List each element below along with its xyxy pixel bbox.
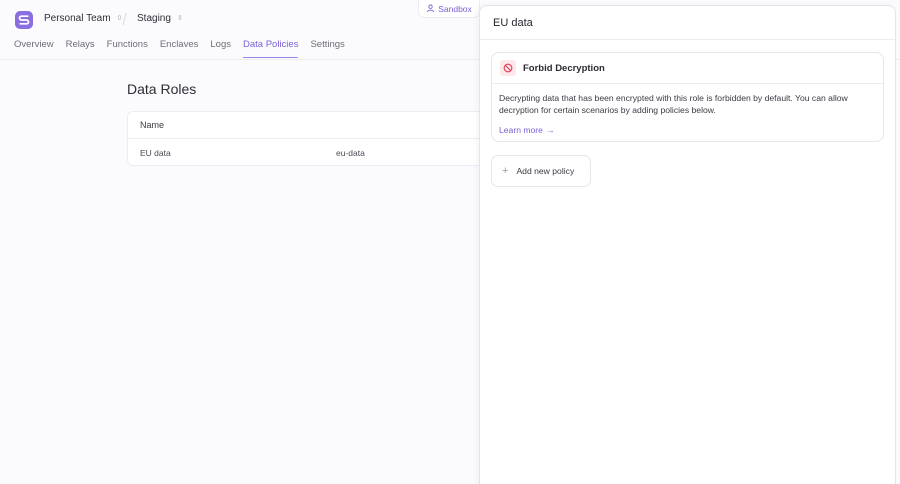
card-description: Decrypting data that has been encrypted … xyxy=(499,93,848,115)
learn-more-label: Learn more xyxy=(499,125,543,135)
table-row[interactable]: EU data eu-data xyxy=(128,139,486,165)
tab-data-policies[interactable]: Data Policies xyxy=(243,39,299,58)
forbid-decryption-card: Forbid Decryption Decrypting data that h… xyxy=(491,52,884,142)
environment-name: Staging xyxy=(137,13,171,24)
sandbox-label: Sandbox xyxy=(438,3,472,14)
data-roles-table: Name EU data eu-data xyxy=(127,111,487,166)
role-detail-panel: EU data Forbid Decryption Decrypting dat… xyxy=(479,5,896,484)
chevron-updown-icon: ⇳ xyxy=(116,15,123,22)
forbidden-icon xyxy=(500,60,516,76)
team-switcher[interactable]: Personal Team ⇳ xyxy=(44,13,122,24)
tab-enclaves[interactable]: Enclaves xyxy=(160,39,199,58)
breadcrumb-separator xyxy=(122,13,127,25)
add-policy-label: Add new policy xyxy=(516,166,575,176)
page-title: Data Roles xyxy=(127,81,197,97)
logo-icon[interactable] xyxy=(15,11,33,29)
tab-relays[interactable]: Relays xyxy=(66,39,95,58)
role-name: EU data xyxy=(140,148,171,158)
panel-title: EU data xyxy=(480,6,895,40)
column-header-name: Name xyxy=(140,120,165,130)
tab-logs[interactable]: Logs xyxy=(210,39,231,58)
card-title: Forbid Decryption xyxy=(523,62,605,74)
team-name: Personal Team xyxy=(44,13,111,24)
add-policy-button[interactable]: + Add new policy xyxy=(491,155,591,187)
arrow-right-icon: → xyxy=(545,125,555,135)
table-header: Name xyxy=(128,112,486,139)
sandbox-badge[interactable]: Sandbox xyxy=(418,0,480,18)
tab-functions[interactable]: Functions xyxy=(107,39,148,58)
tab-settings[interactable]: Settings xyxy=(310,39,344,58)
tab-overview[interactable]: Overview xyxy=(14,39,54,58)
plus-icon: + xyxy=(502,164,509,177)
environment-switcher[interactable]: Staging ⇳ xyxy=(137,13,183,24)
card-body: Decrypting data that has been encrypted … xyxy=(492,84,883,136)
role-key: eu-data xyxy=(336,148,365,158)
user-icon xyxy=(427,4,435,13)
card-header: Forbid Decryption xyxy=(492,53,883,84)
learn-more-link[interactable]: Learn more → xyxy=(499,124,555,136)
main-nav: Overview Relays Functions Enclaves Logs … xyxy=(14,39,345,58)
chevron-updown-icon: ⇳ xyxy=(176,15,183,22)
